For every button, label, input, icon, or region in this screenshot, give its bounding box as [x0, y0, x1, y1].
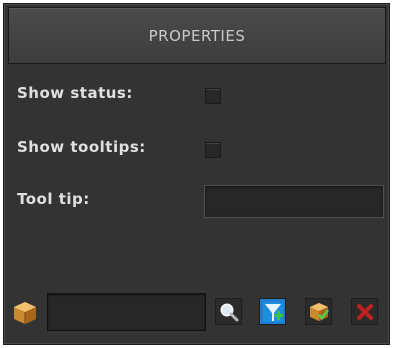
search-button[interactable]: [215, 298, 242, 325]
panel-header: PROPERTIES: [8, 7, 386, 64]
show-status-label: Show status:: [17, 84, 133, 102]
remove-icon: [356, 303, 373, 320]
component-add-icon: [262, 301, 283, 322]
package-check-button[interactable]: [305, 298, 332, 325]
name-input[interactable]: [47, 293, 206, 331]
package-check-icon: [309, 302, 329, 321]
properties-panel: PROPERTIES Show status: Show tooltips: T…: [3, 3, 390, 345]
show-status-checkbox[interactable]: [205, 88, 221, 104]
show-tooltips-label: Show tooltips:: [17, 138, 146, 156]
add-component-button[interactable]: [259, 298, 286, 325]
show-tooltips-checkbox[interactable]: [205, 142, 221, 158]
package-icon[interactable]: [12, 300, 38, 326]
remove-button[interactable]: [351, 298, 378, 325]
tool-tip-input[interactable]: [204, 185, 384, 218]
panel-title: PROPERTIES: [148, 26, 246, 45]
search-icon: [220, 303, 238, 321]
tool-tip-label: Tool tip:: [17, 190, 90, 208]
